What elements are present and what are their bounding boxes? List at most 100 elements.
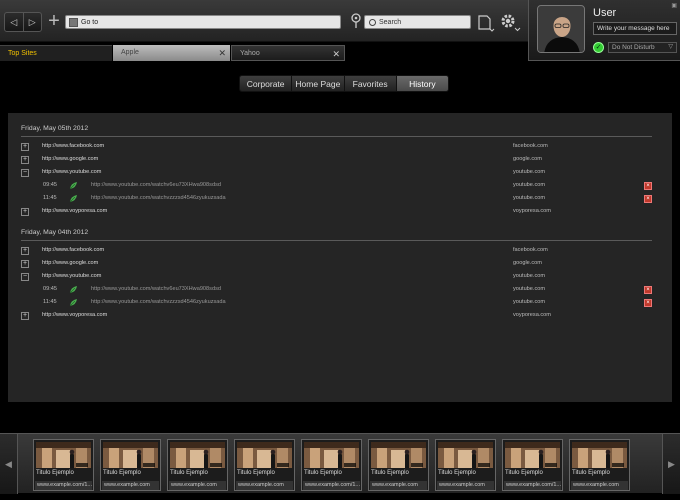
- thumbnail-card[interactable]: Titulo Ejemplo www.example.com: [569, 439, 630, 491]
- thumbnail-image[interactable]: [170, 442, 225, 468]
- thumbnail-url[interactable]: www.example.com/1...: [303, 481, 360, 490]
- site-domain: facebook.com: [513, 247, 548, 253]
- forward-button[interactable]: ▷: [22, 13, 42, 31]
- back-button[interactable]: ◁: [5, 13, 23, 31]
- delete-icon[interactable]: ×: [644, 182, 652, 190]
- visit-time: 11:45: [43, 299, 57, 305]
- address-bar[interactable]: Go to: [65, 15, 341, 29]
- visit-url[interactable]: http://www.youtube.com/watchv6eu73XHwa90…: [91, 182, 221, 188]
- thumbnail-image[interactable]: [103, 442, 158, 468]
- close-icon[interactable]: ✕: [332, 46, 340, 62]
- scroll-right-button[interactable]: ▶: [662, 434, 680, 494]
- thumbnail-image[interactable]: [438, 442, 493, 468]
- site-url[interactable]: http://www.youtube.com: [42, 169, 101, 175]
- thumbnail-card[interactable]: Titulo Ejemplo www.example.com: [100, 439, 161, 491]
- visit-url[interactable]: http://www.youtube.com/watchvzzzsd4546zy…: [91, 299, 226, 305]
- thumbnail-image[interactable]: [36, 442, 91, 468]
- site-url[interactable]: http://www.google.com: [42, 260, 98, 266]
- thumbnail-image[interactable]: [237, 442, 292, 468]
- thumbnail-card[interactable]: Titulo Ejemplo www.example.com: [435, 439, 496, 491]
- tab-top-sites[interactable]: Top Sites: [0, 45, 112, 61]
- expand-icon[interactable]: +: [21, 143, 29, 151]
- site-url[interactable]: http://www.youtube.com: [42, 273, 101, 279]
- thumbnail-image[interactable]: [572, 442, 627, 468]
- new-tab-button[interactable]: +: [46, 11, 62, 32]
- history-site-row[interactable]: + http://www.facebook.com facebook.com: [21, 246, 652, 256]
- history-visit-row[interactable]: 11:45 http://www.youtube.com/watchvzzzsd4…: [21, 298, 652, 308]
- tab-label: Top Sites: [8, 50, 37, 57]
- site-url[interactable]: http://www.facebook.com: [42, 247, 104, 253]
- tab-yahoo[interactable]: Yahoo ✕: [231, 45, 345, 61]
- site-url[interactable]: http://www.google.com: [42, 156, 98, 162]
- segment-corporate[interactable]: Corporate: [240, 76, 292, 91]
- thumbnail-card[interactable]: Titulo Ejemplo www.example.com/1...: [301, 439, 362, 491]
- address-input[interactable]: Go to: [81, 19, 98, 26]
- segment-home-page[interactable]: Home Page: [291, 76, 344, 91]
- history-site-row[interactable]: + http://www.google.com google.com: [21, 155, 652, 165]
- site-domain: voyporesa.com: [513, 208, 551, 214]
- segment-favorites[interactable]: Favorites: [343, 76, 396, 91]
- site-domain: youtube.com: [513, 169, 546, 175]
- expand-icon[interactable]: +: [21, 208, 29, 216]
- collapse-icon[interactable]: −: [21, 169, 29, 177]
- status-message-input[interactable]: Write your message here: [593, 22, 677, 35]
- status-dropdown[interactable]: Do Not Disturb ▽: [608, 41, 677, 53]
- tab-apple[interactable]: Apple ✕: [113, 45, 230, 61]
- site-url[interactable]: http://www.facebook.com: [42, 143, 104, 149]
- thumbnail-card[interactable]: Titulo Ejemplo www.example.com: [368, 439, 429, 491]
- history-site-row[interactable]: − http://www.youtube.com youtube.com: [21, 272, 652, 282]
- thumbnail-card[interactable]: Titulo Ejemplo www.example.com/1...: [33, 439, 94, 491]
- delete-icon[interactable]: ×: [644, 195, 652, 203]
- thumbnail-url[interactable]: www.example.com: [571, 481, 628, 490]
- panel-toggle-icon[interactable]: ▣: [671, 2, 677, 9]
- thumbnail-image[interactable]: [371, 442, 426, 468]
- gear-icon[interactable]: [499, 12, 523, 34]
- navigation-buttons: ◁ ▷: [4, 12, 42, 32]
- visit-url[interactable]: http://www.youtube.com/watchvzzzsd4546zy…: [91, 195, 226, 201]
- history-date-heading: Friday, May 05th 2012: [21, 125, 89, 132]
- document-menu-icon[interactable]: [477, 14, 497, 34]
- thumbnail-image[interactable]: [505, 442, 560, 468]
- collapse-icon[interactable]: −: [21, 273, 29, 281]
- history-site-row[interactable]: + http://www.google.com google.com: [21, 259, 652, 269]
- delete-icon[interactable]: ×: [644, 286, 652, 294]
- close-icon[interactable]: ✕: [218, 45, 226, 61]
- expand-icon[interactable]: +: [21, 156, 29, 164]
- site-url[interactable]: http://www.voyporesa.com: [42, 312, 107, 318]
- history-site-row[interactable]: + http://www.facebook.com facebook.com: [21, 142, 652, 152]
- divider: [21, 240, 652, 241]
- search-input[interactable]: Search: [379, 19, 401, 26]
- thumbnail-card[interactable]: Titulo Ejemplo www.example.com: [234, 439, 295, 491]
- scroll-left-button[interactable]: ◀: [0, 434, 18, 494]
- history-site-row[interactable]: − http://www.youtube.com youtube.com: [21, 168, 652, 178]
- visit-url[interactable]: http://www.youtube.com/watchv6eu73XHwa90…: [91, 286, 221, 292]
- search-field[interactable]: Search: [364, 15, 471, 29]
- delete-icon[interactable]: ×: [644, 299, 652, 307]
- expand-icon[interactable]: +: [21, 247, 29, 255]
- thumbnail-url[interactable]: www.example.com: [102, 481, 159, 490]
- thumbnail-url[interactable]: www.example.com: [437, 481, 494, 490]
- status-selector[interactable]: ✓ Do Not Disturb ▽: [593, 41, 677, 53]
- search-icon: [369, 18, 376, 26]
- thumbnail-title: Titulo Ejemplo: [103, 470, 141, 476]
- history-visit-row[interactable]: 09:45 http://www.youtube.com/watchv6eu73X…: [21, 181, 652, 191]
- site-domain: voyporesa.com: [513, 312, 551, 318]
- thumbnail-card[interactable]: Titulo Ejemplo www.example.com: [167, 439, 228, 491]
- thumbnail-url[interactable]: www.example.com/1...: [504, 481, 561, 490]
- expand-icon[interactable]: +: [21, 260, 29, 268]
- expand-icon[interactable]: +: [21, 312, 29, 320]
- history-site-row[interactable]: + http://www.voyporesa.com voyporesa.com: [21, 207, 652, 217]
- thumbnail-url[interactable]: www.example.com: [236, 481, 293, 490]
- thumbnail-url[interactable]: www.example.com: [169, 481, 226, 490]
- history-site-row[interactable]: + http://www.voyporesa.com voyporesa.com: [21, 311, 652, 321]
- thumbnail-card[interactable]: Titulo Ejemplo www.example.com/1...: [502, 439, 563, 491]
- site-url[interactable]: http://www.voyporesa.com: [42, 208, 107, 214]
- thumbnail-image[interactable]: [304, 442, 359, 468]
- history-visit-row[interactable]: 09:45 http://www.youtube.com/watchv6eu73X…: [21, 285, 652, 295]
- thumbnail-url[interactable]: www.example.com/1...: [35, 481, 92, 490]
- history-visit-row[interactable]: 11:45 http://www.youtube.com/watchvzzzsd4…: [21, 194, 652, 204]
- segment-history[interactable]: History: [395, 76, 448, 91]
- location-pin-icon[interactable]: [350, 13, 362, 29]
- avatar[interactable]: [537, 5, 585, 53]
- thumbnail-url[interactable]: www.example.com: [370, 481, 427, 490]
